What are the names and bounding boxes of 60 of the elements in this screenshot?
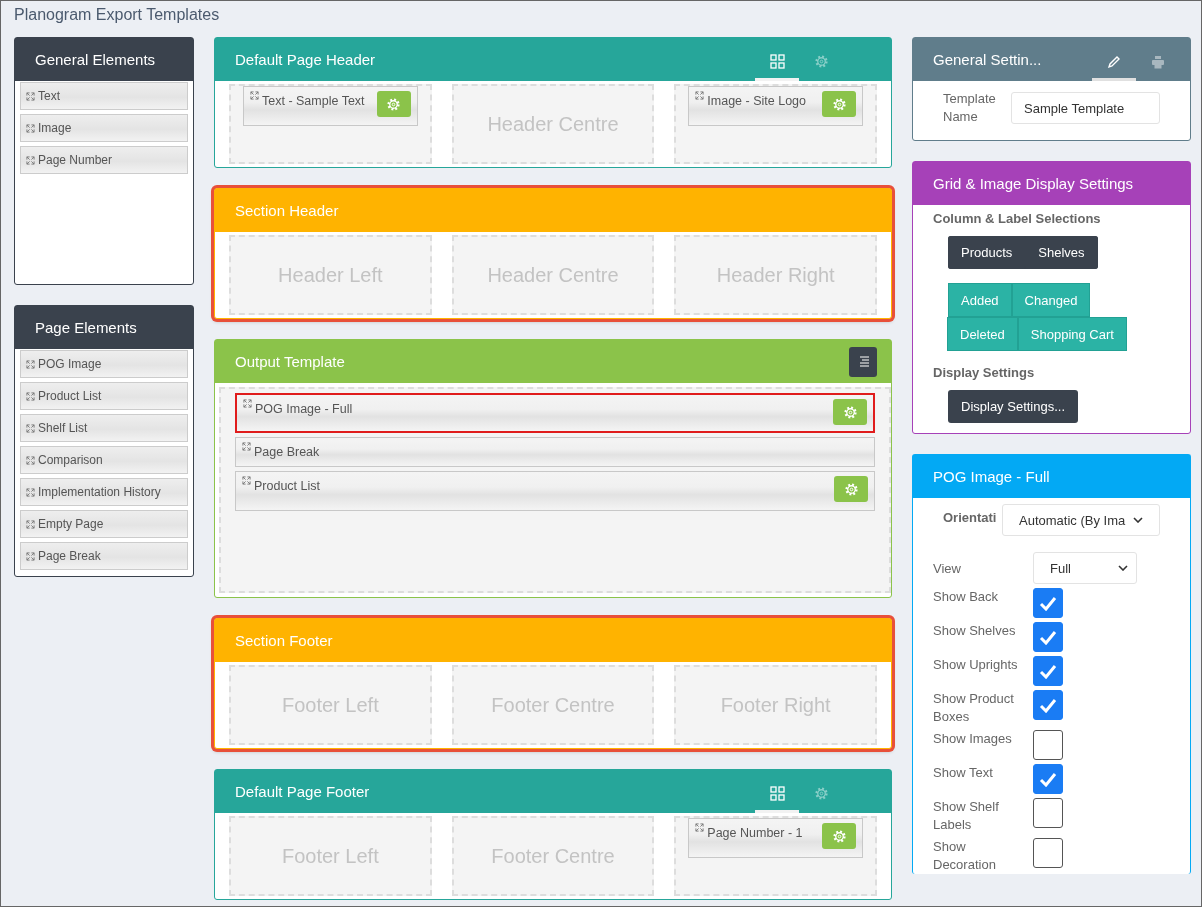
panel-title: Default Page Header: [235, 51, 377, 68]
item-label: Implementation History: [38, 485, 161, 499]
palette-item[interactable]: Image: [20, 114, 188, 142]
item-label: Shelf List: [38, 421, 88, 435]
field-label: Orientati: [943, 509, 998, 525]
checkbox-label: Show Back: [933, 588, 1000, 606]
palette-item[interactable]: POG Image: [20, 350, 188, 378]
panel-title: Page Elements: [35, 319, 137, 336]
checkbox-label: Show Shelves: [933, 622, 1017, 640]
panel-title: Grid & Image Display Settings: [933, 175, 1134, 192]
field-label: Template Name: [943, 90, 997, 126]
palette-item[interactable]: Text: [20, 82, 188, 110]
panel-title: Default Page Footer: [235, 783, 371, 800]
item-label: POG Image: [38, 357, 102, 371]
checkbox-label: Show Decoration: [933, 838, 997, 874]
field-label: View: [933, 560, 962, 576]
palette-item[interactable]: Implementation History: [20, 478, 188, 506]
panel-title: Section Header: [235, 202, 339, 219]
section-heading: Display Settings: [933, 365, 1035, 380]
palette-item[interactable]: Page Number: [20, 146, 188, 174]
element-label: Product List: [254, 478, 321, 493]
element-label: Page Break: [254, 444, 321, 459]
display-settings-button[interactable]: Display Settings...: [948, 390, 1079, 423]
panel-title: POG Image - Full: [933, 468, 1050, 485]
orientation-select[interactable]: Automatic (By Ima: [1002, 504, 1160, 536]
item-label: Page Number: [38, 153, 113, 167]
item-label: Page Break: [38, 549, 101, 563]
checkbox-label: Show Images: [933, 730, 1013, 748]
element-label: Page Number - 1: [707, 825, 804, 840]
template-element[interactable]: Page Number - 1: [688, 818, 863, 858]
template-element[interactable]: Text - Sample Text: [243, 86, 418, 126]
template-element[interactable]: Product List: [235, 471, 875, 511]
template-element[interactable]: Image - Site Logo: [688, 86, 863, 126]
item-label: Product List: [38, 389, 102, 403]
checkbox-label: Show Uprights: [933, 656, 1019, 674]
element-label: Image - Site Logo: [707, 93, 807, 108]
palette-item[interactable]: Shelf List: [20, 414, 188, 442]
palette-item[interactable]: Empty Page: [20, 510, 188, 538]
panel-title: Section Footer: [235, 632, 333, 649]
item-label: Image: [38, 121, 72, 135]
checkbox-label: Show Product Boxes: [933, 690, 1015, 726]
element-label: Text - Sample Text: [262, 93, 366, 108]
item-label: Comparison: [38, 453, 103, 467]
section-heading: Column & Label Selections: [933, 211, 1101, 226]
palette-item[interactable]: Product List: [20, 382, 188, 410]
template-name-field[interactable]: Sample Template: [1011, 92, 1160, 124]
panel-title: General Elements: [35, 51, 156, 68]
checkbox-label: Show Shelf Labels: [933, 798, 1000, 834]
view-select[interactable]: Full: [1033, 552, 1137, 584]
item-label: Text: [38, 89, 60, 103]
template-element[interactable]: POG Image - Full: [235, 393, 875, 433]
checkbox-label: Show Text: [933, 764, 994, 782]
item-label: Empty Page: [38, 517, 104, 531]
palette-item[interactable]: Comparison: [20, 446, 188, 474]
element-label: POG Image - Full: [255, 401, 354, 416]
template-element[interactable]: Page Break: [235, 437, 875, 467]
palette-item[interactable]: Page Break: [20, 542, 188, 570]
page-title: Planogram Export Templates: [13, 5, 221, 25]
panel-title: Output Template: [235, 353, 346, 370]
panel-title: General Settin...: [933, 51, 1043, 68]
